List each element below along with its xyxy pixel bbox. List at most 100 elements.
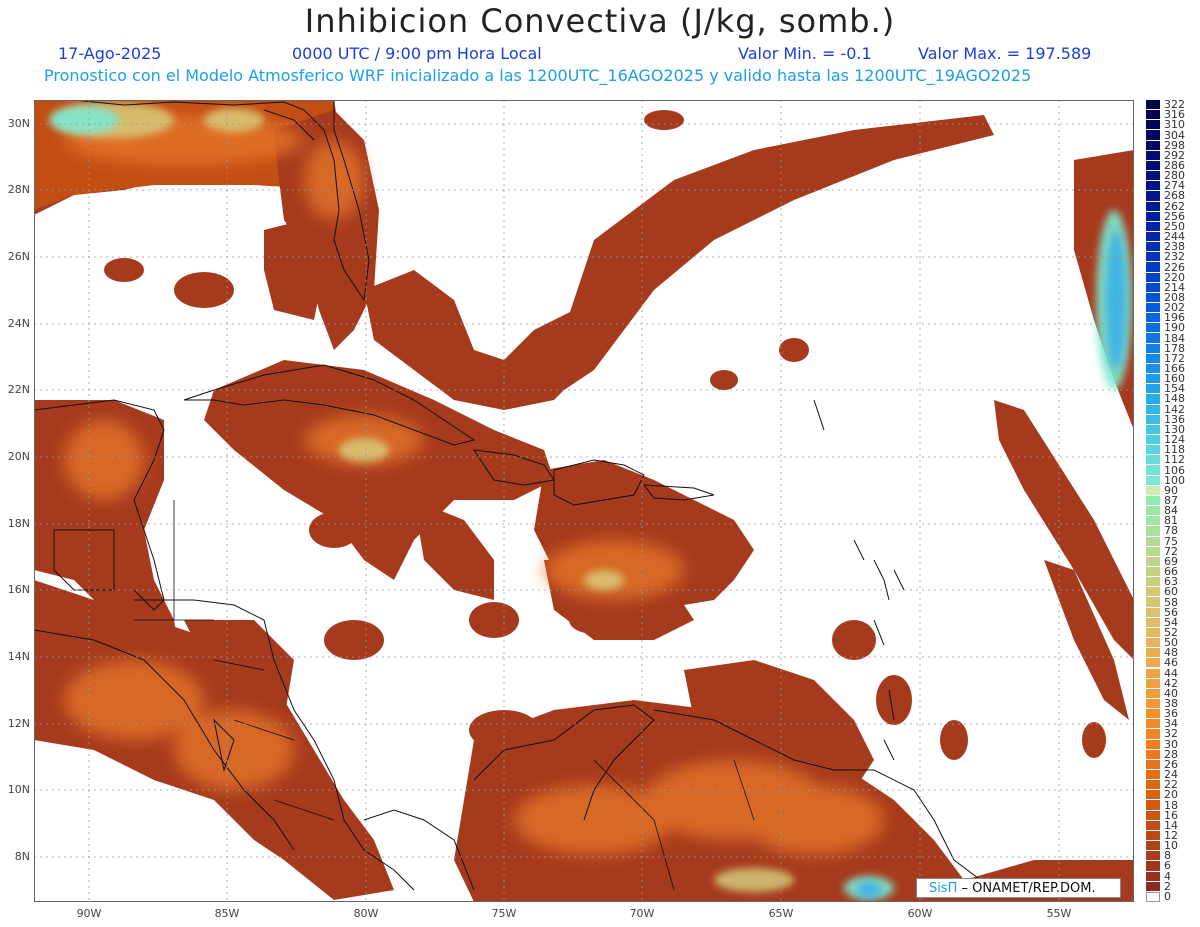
legend-value-18: 18 <box>1164 798 1178 812</box>
legend-value-60: 60 <box>1164 585 1178 599</box>
legend-swatch-118 <box>1146 445 1160 456</box>
legend-swatch-208 <box>1146 292 1160 304</box>
forecast-time: 0000 UTC / 9:00 pm Hora Local <box>292 44 542 63</box>
legend-swatch-148 <box>1146 394 1160 405</box>
legend-value-316: 316 <box>1164 108 1185 122</box>
legend-swatch-244 <box>1146 231 1160 243</box>
legend-value-304: 304 <box>1164 128 1185 142</box>
legend-swatch-274 <box>1146 181 1160 192</box>
legend-swatch-130 <box>1146 424 1160 435</box>
lat-label-12N: 12N <box>7 717 30 730</box>
legend-swatch-298 <box>1146 140 1160 151</box>
legend-swatch-16 <box>1146 810 1160 821</box>
credit-text: – ONAMET/REP.DOM. <box>957 881 1096 896</box>
legend-swatch-12 <box>1146 830 1160 842</box>
legend-value-58: 58 <box>1164 595 1178 609</box>
legend-value-30: 30 <box>1164 737 1178 751</box>
legend-swatch-136 <box>1146 414 1160 425</box>
legend-swatch-316 <box>1146 110 1160 121</box>
legend-value-268: 268 <box>1164 189 1185 203</box>
legend-swatch-40 <box>1146 688 1160 699</box>
legend-swatch-256 <box>1146 211 1160 222</box>
min-value-label: Valor Min. = -0.1 <box>738 44 872 63</box>
legend-value-262: 262 <box>1164 199 1185 213</box>
legend-value-66: 66 <box>1164 565 1178 579</box>
legend-swatch-196 <box>1146 313 1160 324</box>
legend-swatch-250 <box>1146 221 1160 232</box>
legend-swatch-112 <box>1146 455 1160 466</box>
legend-value-154: 154 <box>1164 382 1185 396</box>
legend-value-208: 208 <box>1164 290 1185 304</box>
lat-label-22N: 22N <box>7 383 30 396</box>
legend-value-112: 112 <box>1164 453 1185 467</box>
credit-brand: SisΠ <box>929 881 958 896</box>
legend-swatch-124 <box>1146 435 1160 446</box>
legend-swatch-154 <box>1146 384 1160 395</box>
legend-swatch-172 <box>1146 353 1160 364</box>
legend-swatch-232 <box>1146 252 1160 263</box>
legend-swatch-52 <box>1146 627 1160 639</box>
legend-value-130: 130 <box>1164 422 1185 436</box>
legend-value-78: 78 <box>1164 524 1178 538</box>
legend-value-0: 0 <box>1164 889 1171 903</box>
legend-value-178: 178 <box>1164 341 1185 355</box>
legend-value-106: 106 <box>1164 463 1185 477</box>
color-scale-legend <box>1146 100 1160 902</box>
legend-swatch-20 <box>1146 790 1160 801</box>
legend-swatch-66 <box>1146 566 1160 578</box>
legend-value-81: 81 <box>1164 514 1178 528</box>
legend-value-292: 292 <box>1164 148 1185 162</box>
legend-value-50: 50 <box>1164 636 1178 650</box>
legend-swatch-184 <box>1146 333 1160 344</box>
legend-value-87: 87 <box>1164 494 1178 507</box>
legend-swatch-322 <box>1146 100 1160 111</box>
legend-swatch-292 <box>1146 150 1160 161</box>
legend-value-136: 136 <box>1164 412 1185 426</box>
legend-swatch-178 <box>1146 343 1160 354</box>
lon-label-85W: 85W <box>214 907 240 920</box>
legend-value-148: 148 <box>1164 392 1185 406</box>
lon-label-75W: 75W <box>491 907 517 920</box>
map-title: Inhibicion Convectiva (J/kg, somb.) <box>304 2 896 40</box>
lat-label-10N: 10N <box>7 783 30 796</box>
legend-swatch-4 <box>1146 871 1160 882</box>
legend-value-226: 226 <box>1164 260 1185 274</box>
legend-value-90: 90 <box>1164 483 1178 497</box>
legend-swatch-69 <box>1146 556 1160 567</box>
legend-swatch-72 <box>1146 546 1160 557</box>
legend-value-2: 2 <box>1164 879 1171 893</box>
legend-swatch-48 <box>1146 648 1160 659</box>
legend-value-32: 32 <box>1164 727 1178 741</box>
legend-swatch-0 <box>1146 891 1160 902</box>
lon-label-80W: 80W <box>353 907 379 920</box>
legend-swatch-142 <box>1146 404 1160 415</box>
legend-swatch-2 <box>1146 881 1160 892</box>
legend-swatch-226 <box>1146 262 1160 273</box>
legend-swatch-214 <box>1146 282 1160 293</box>
legend-swatch-56 <box>1146 607 1160 618</box>
legend-value-10: 10 <box>1164 839 1178 853</box>
legend-value-142: 142 <box>1164 402 1185 416</box>
credit-box: SisΠ – ONAMET/REP.DOM. <box>916 878 1121 898</box>
legend-swatch-42 <box>1146 678 1160 689</box>
legend-swatch-26 <box>1146 759 1160 770</box>
legend-value-280: 280 <box>1164 169 1185 183</box>
legend-value-44: 44 <box>1164 666 1178 680</box>
legend-swatch-30 <box>1146 739 1160 750</box>
legend-value-196: 196 <box>1164 311 1185 325</box>
legend-swatch-190 <box>1146 323 1160 334</box>
legend-value-202: 202 <box>1164 301 1185 315</box>
legend-swatch-220 <box>1146 272 1160 283</box>
legend-value-20: 20 <box>1164 788 1178 802</box>
legend-value-220: 220 <box>1164 270 1185 284</box>
legend-swatch-22 <box>1146 780 1160 791</box>
legend-value-26: 26 <box>1164 757 1178 771</box>
lon-label-55W: 55W <box>1046 907 1072 920</box>
legend-value-166: 166 <box>1164 362 1185 376</box>
legend-swatch-54 <box>1146 617 1160 628</box>
legend-value-24: 24 <box>1164 768 1178 782</box>
legend-value-214: 214 <box>1164 280 1185 294</box>
legend-value-56: 56 <box>1164 605 1178 619</box>
legend-value-36: 36 <box>1164 707 1178 721</box>
lat-label-24N: 24N <box>7 317 30 330</box>
